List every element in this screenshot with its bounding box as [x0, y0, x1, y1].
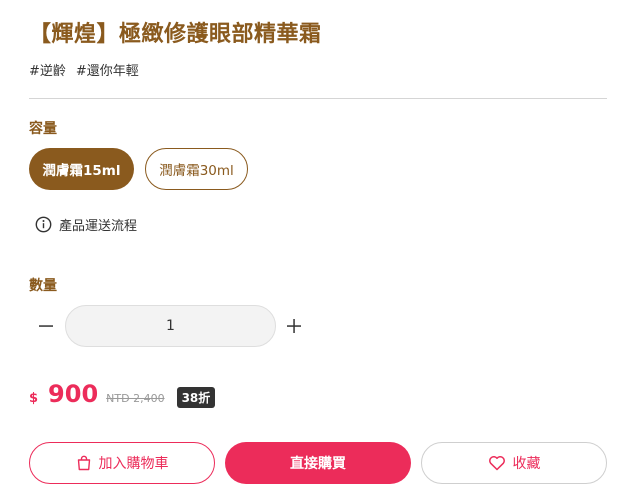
quantity-decrement-button[interactable]: [33, 313, 59, 339]
capacity-options: 潤膚霜15ml 潤膚霜30ml: [29, 148, 248, 190]
info-icon: [35, 216, 52, 233]
price-row: $ 900 NTD 2,400 38折: [29, 380, 216, 408]
plus-icon: [287, 319, 301, 333]
product-tags: #逆齡 #還你年輕: [29, 60, 139, 79]
buy-now-button[interactable]: 直接購買: [225, 442, 411, 484]
favorite-button[interactable]: 收藏: [421, 442, 607, 484]
favorite-label: 收藏: [512, 456, 541, 472]
add-to-cart-label: 加入購物車: [98, 456, 169, 472]
shipping-info-label: 產品運送流程: [59, 219, 138, 234]
discount-badge: 38折: [176, 387, 216, 408]
minus-icon: [39, 325, 53, 327]
capacity-option-30ml[interactable]: 潤膚霜30ml: [145, 148, 248, 190]
currency-symbol: $: [29, 391, 39, 406]
divider: [29, 98, 607, 99]
product-title: 【輝煌】極緻修護眼部精華霜: [29, 22, 322, 47]
buy-now-label: 直接購買: [290, 456, 346, 472]
add-to-cart-button[interactable]: 加入購物車: [29, 442, 215, 484]
shipping-info-link[interactable]: 產品運送流程: [35, 215, 137, 234]
original-price: NTD 2,400: [106, 392, 165, 405]
tag-item[interactable]: #還你年輕: [76, 60, 139, 79]
capacity-label: 容量: [29, 121, 57, 137]
tag-item[interactable]: #逆齡: [29, 60, 66, 79]
shopping-bag-icon: [77, 455, 90, 471]
quantity-input[interactable]: [65, 305, 276, 347]
sale-price: 900: [48, 380, 99, 408]
quantity-increment-button[interactable]: [281, 313, 307, 339]
capacity-option-15ml[interactable]: 潤膚霜15ml: [29, 148, 134, 190]
heart-icon: [488, 456, 505, 471]
quantity-label: 數量: [29, 278, 57, 294]
